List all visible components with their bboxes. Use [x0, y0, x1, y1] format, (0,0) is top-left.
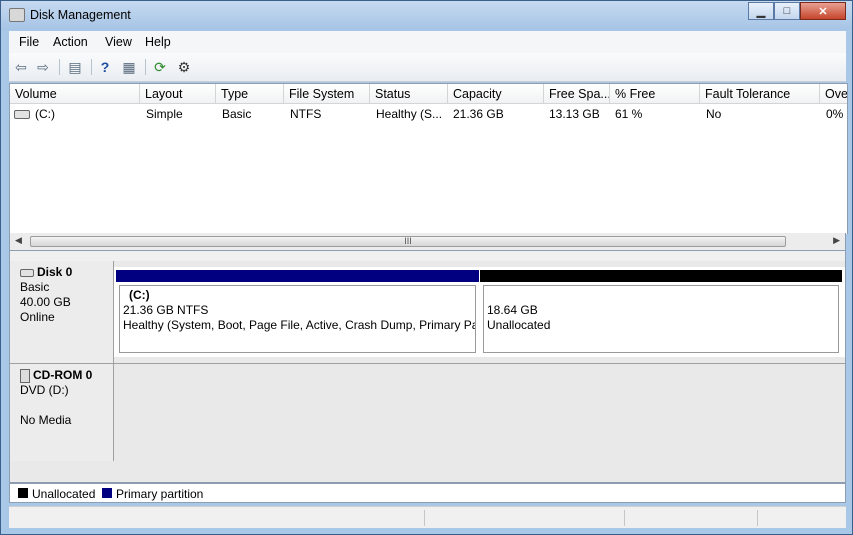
minimize-button[interactable]: ▁	[748, 2, 774, 20]
column-header-overhead[interactable]: Ove	[820, 84, 847, 104]
legend-label-unallocated: Unallocated	[32, 487, 96, 501]
unallocated-bar	[480, 270, 842, 282]
cdrom-0-type: DVD (D:)	[20, 383, 69, 397]
refresh-icon[interactable]: ⟳	[150, 57, 170, 77]
status-separator	[624, 510, 625, 526]
disk-0-title: Disk 0	[20, 265, 113, 280]
cdrom-0-label[interactable]: CD-ROM 0 DVD (D:) No Media	[10, 363, 114, 461]
window-title: Disk Management	[30, 8, 131, 22]
menu-action[interactable]: Action	[53, 35, 88, 49]
disk-0-name: Disk 0	[37, 265, 73, 279]
back-icon[interactable]: ⇦	[11, 57, 31, 77]
column-header-status[interactable]: Status	[370, 84, 448, 104]
maximize-button[interactable]: □	[774, 2, 800, 20]
cell-layout: Simple	[146, 107, 183, 121]
legend: Unallocated Primary partition	[9, 483, 846, 503]
disk-management-window: Disk Management ▁ □ ✕ File Action View H…	[0, 0, 853, 535]
scroll-left-icon[interactable]: ◀	[15, 235, 22, 246]
title-bar[interactable]: Disk Management ▁ □ ✕	[1, 1, 852, 30]
column-header-fault-tolerance[interactable]: Fault Tolerance	[700, 84, 820, 104]
disk-0-state: Online	[20, 310, 55, 324]
disk-0-partitions: (C:) 21.36 GB NTFS Healthy (System, Boot…	[114, 267, 845, 357]
scroll-right-icon[interactable]: ▶	[833, 235, 840, 246]
forward-icon[interactable]: ⇨	[33, 57, 53, 77]
pane-splitter[interactable]	[9, 251, 846, 261]
unallocated-size: 18.64 GB	[487, 303, 538, 317]
properties-icon[interactable]: ▦	[119, 57, 139, 77]
horizontal-scrollbar[interactable]: ◀ III ▶	[9, 233, 846, 251]
toolbar-separator	[59, 59, 60, 75]
menu-view[interactable]: View	[105, 35, 132, 49]
caption-buttons: ▁ □ ✕	[748, 2, 846, 20]
legend-swatch-unallocated	[18, 488, 28, 498]
column-header-layout[interactable]: Layout	[140, 84, 216, 104]
partition-c-size: 21.36 GB NTFS	[123, 303, 209, 317]
status-bar	[9, 506, 846, 528]
status-separator	[757, 510, 758, 526]
column-header-capacity[interactable]: Capacity	[448, 84, 544, 104]
column-header-volume[interactable]: Volume	[10, 84, 140, 104]
status-separator	[424, 510, 425, 526]
scroll-thumb[interactable]: III	[30, 236, 786, 247]
cell-capacity: 21.36 GB	[453, 107, 504, 121]
cell-free-space: 13.13 GB	[549, 107, 600, 121]
menu-file[interactable]: File	[19, 35, 39, 49]
disk-graphical-view: Disk 0 Basic 40.00 GB Online (C:) 21.36 …	[9, 261, 846, 483]
partition-c-status: Healthy (System, Boot, Page File, Active…	[123, 318, 476, 332]
column-header-type[interactable]: Type	[216, 84, 284, 104]
partition-c-bar	[116, 270, 479, 282]
disk-management-app-icon	[9, 8, 25, 22]
cd-drive-icon	[20, 368, 30, 383]
cdrom-0-media-area[interactable]	[114, 363, 845, 462]
cell-overhead: 0%	[826, 107, 844, 121]
cdrom-0-state: No Media	[20, 413, 72, 427]
partition-c-label: (C:)	[129, 288, 150, 302]
hard-disk-icon	[20, 268, 34, 277]
toolbar: ⇦ ⇨ ▤ ? ▦ ⟳ ⚙	[9, 53, 846, 82]
cell-fault-tolerance: No	[706, 107, 722, 121]
cell-type: Basic	[222, 107, 252, 121]
toolbar-separator	[145, 59, 146, 75]
unallocated-body: 18.64 GB Unallocated	[483, 285, 839, 353]
menu-help[interactable]: Help	[145, 35, 171, 49]
cell-status: Healthy (S...	[376, 107, 443, 121]
legend-label-primary: Primary partition	[116, 487, 204, 501]
partition-c[interactable]: (C:) 21.36 GB NTFS Healthy (System, Boot…	[116, 270, 479, 356]
disk-0-size: 40.00 GB	[20, 295, 71, 309]
toolbar-separator	[91, 59, 92, 75]
hard-drive-icon	[14, 110, 30, 120]
volume-name: (C:)	[35, 107, 55, 121]
unallocated-space[interactable]: 18.64 GB Unallocated	[480, 270, 842, 356]
cdrom-0-name: CD-ROM 0	[33, 368, 93, 382]
show-hide-console-tree-icon[interactable]: ▤	[65, 57, 85, 77]
column-header-pct-free[interactable]: % Free	[610, 84, 700, 104]
unallocated-status: Unallocated	[487, 318, 551, 332]
help-icon[interactable]: ?	[95, 57, 115, 77]
disk-0-label[interactable]: Disk 0 Basic 40.00 GB Online	[10, 261, 114, 363]
column-header-file-system[interactable]: File System	[284, 84, 370, 104]
partition-c-body: (C:) 21.36 GB NTFS Healthy (System, Boot…	[119, 285, 476, 353]
disk-0-type: Basic	[20, 280, 50, 294]
column-header-free-space[interactable]: Free Spa...	[544, 84, 610, 104]
cell-volume: (C:)	[14, 107, 140, 121]
menu-bar: File Action View Help	[9, 31, 846, 54]
cell-file-system: NTFS	[290, 107, 322, 121]
cdrom-0-title: CD-ROM 0	[20, 368, 113, 383]
close-button[interactable]: ✕	[800, 2, 846, 20]
legend-swatch-primary	[102, 488, 112, 498]
settings-icon[interactable]: ⚙	[174, 57, 194, 77]
cell-pct-free: 61 %	[615, 107, 643, 121]
volume-list: Volume Layout Type File System Status Ca…	[9, 83, 848, 234]
